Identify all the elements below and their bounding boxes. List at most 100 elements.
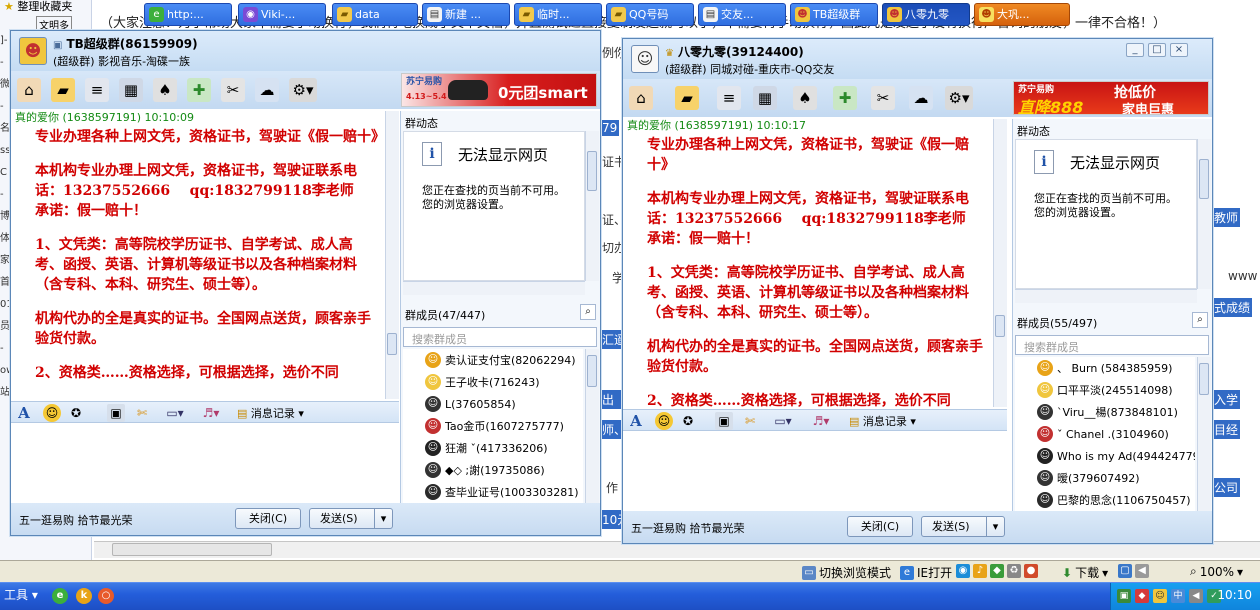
- taskbar-button-http[interactable]: e http:...: [144, 3, 232, 26]
- antivirus-icon[interactable]: ◆: [1135, 589, 1149, 603]
- member-row[interactable]: ☺ Tao金币(1607275777): [403, 415, 583, 437]
- ad-banner[interactable]: 苏宁易购 直降888 抢低价 家电巨惠: [1013, 81, 1209, 115]
- message-history-button[interactable]: ▤ 消息记录 ▾: [849, 413, 916, 429]
- message-history-button[interactable]: ▤ 消息记录 ▾: [237, 405, 304, 421]
- image-icon[interactable]: ▣: [107, 404, 125, 422]
- recycle-icon[interactable]: ♻: [1007, 564, 1021, 578]
- settings-icon[interactable]: ⚙▾: [945, 86, 973, 110]
- chat-history[interactable]: 真的爱你 (1638597191) 10:10:17 专业办理各种上网文凭，资格…: [623, 119, 993, 409]
- member-search-input[interactable]: 搜索群成员: [403, 327, 597, 347]
- quicklaunch-k-icon[interactable]: k: [76, 588, 92, 604]
- volume-icon[interactable]: ◀: [1189, 589, 1203, 603]
- chat-scrollbar[interactable]: [385, 111, 399, 399]
- home-icon[interactable]: ⌂: [629, 86, 653, 110]
- taskbar-button-qq-number[interactable]: ▰ QQ号码: [606, 3, 694, 26]
- quicklaunch-green-icon[interactable]: e: [52, 588, 68, 604]
- member-row[interactable]: ☺ 、 Burn (584385959): [1015, 357, 1195, 379]
- share-icon[interactable]: ♠: [153, 78, 177, 102]
- scrollbar-thumb[interactable]: [587, 151, 597, 191]
- album-icon[interactable]: ▦: [119, 78, 143, 102]
- member-row[interactable]: ☺ ◆◇ ;謝(19735086): [403, 459, 583, 481]
- taskbar-button-new-doc[interactable]: ▤ 新建 ...: [422, 3, 510, 26]
- send-button[interactable]: 发送(S) ▾: [921, 516, 1005, 537]
- scrollbar-thumb[interactable]: [587, 355, 597, 387]
- add-member-icon[interactable]: ✚: [833, 86, 857, 110]
- webview-scrollbar[interactable]: [1197, 139, 1211, 289]
- favorites-organize-link[interactable]: ★ 整理收藏夹: [4, 0, 72, 14]
- home-icon[interactable]: ⌂: [17, 78, 41, 102]
- member-row[interactable]: ☺ 暧(379607492): [1015, 467, 1195, 489]
- screenshot-icon[interactable]: ✄: [741, 412, 759, 430]
- tools-icon[interactable]: ✂: [871, 86, 895, 110]
- image-icon[interactable]: ▣: [715, 412, 733, 430]
- voice-icon[interactable]: ♬▾: [197, 404, 225, 422]
- minimize-icon[interactable]: _: [1126, 43, 1144, 57]
- member-row[interactable]: ☺ 卖认证支付宝(82062294): [403, 349, 583, 371]
- member-search-icon[interactable]: ⌕: [580, 304, 596, 320]
- input-method-icon[interactable]: 中: [1171, 589, 1185, 603]
- notes-icon[interactable]: ≡: [717, 86, 741, 110]
- member-row[interactable]: ☺ 王子收卡(716243): [403, 371, 583, 393]
- window-titlebar[interactable]: ☻ ▣ TB超级群(86159909) (超级群) 影视音乐-淘碟一族: [11, 31, 600, 71]
- taskbar-button-temp[interactable]: ▰ 临时...: [514, 3, 602, 26]
- member-row[interactable]: ☺ Who is my Ad(494424779): [1015, 445, 1195, 467]
- send-button[interactable]: 发送(S) ▾: [309, 508, 393, 529]
- share-icon[interactable]: ♠: [793, 86, 817, 110]
- chat-history[interactable]: 真的爱你 (1638597191) 10:10:09 专业办理各种上网文凭，资格…: [11, 111, 385, 401]
- scrollbar-thumb[interactable]: [387, 333, 397, 355]
- taskbar-button-tb-group[interactable]: ☻ TB超级群: [790, 3, 878, 26]
- member-search-input[interactable]: 搜索群成员: [1015, 335, 1209, 355]
- quicklaunch-orange-icon[interactable]: ○: [98, 588, 114, 604]
- magic-emoji-icon[interactable]: ✪: [679, 412, 697, 430]
- record-icon[interactable]: ●: [1024, 564, 1038, 578]
- speaker-icon[interactable]: ◀: [1135, 564, 1149, 578]
- taskbar-button-8090[interactable]: ☻ 八零九零: [882, 3, 970, 26]
- network-icon[interactable]: ▣: [1117, 589, 1131, 603]
- scrollbar-thumb[interactable]: [1199, 363, 1209, 395]
- member-list[interactable]: ☺ 、 Burn (584385959) ☺ 口平平淡(245514098) ☺ ˋVir…: [1015, 357, 1195, 511]
- webview-scrollbar[interactable]: [585, 131, 599, 281]
- message-input[interactable]: [11, 425, 399, 503]
- folder-icon[interactable]: ▰: [675, 86, 699, 110]
- taskbar-button-viki[interactable]: ◉ Viki-...: [238, 3, 326, 26]
- scrollbar-thumb[interactable]: [995, 315, 1005, 337]
- message-input[interactable]: [623, 433, 1007, 511]
- emoji-icon[interactable]: ☺: [655, 412, 673, 430]
- music-icon[interactable]: ♪: [973, 564, 987, 578]
- cloud-icon[interactable]: ☁: [909, 86, 933, 110]
- window-titlebar[interactable]: ☺ ♛ 八零九零(39124400) (超级群) 同城对碰-重庆市-QQ交友 _ …: [623, 39, 1212, 79]
- close-icon[interactable]: ×: [1170, 43, 1188, 57]
- taskbar-button-dating[interactable]: ▤ 交友...: [698, 3, 786, 26]
- chat-scrollbar[interactable]: [993, 119, 1007, 407]
- member-row[interactable]: ☺ ˇ Chanel .(3104960): [1015, 423, 1195, 445]
- folder-icon[interactable]: ▰: [51, 78, 75, 102]
- qq-tray-icon[interactable]: ☺: [1153, 589, 1167, 603]
- member-row[interactable]: ☺ 狂潮 ˇ(417336206): [403, 437, 583, 459]
- scrollbar-thumb[interactable]: [1199, 159, 1209, 199]
- notes-icon[interactable]: ≡: [85, 78, 109, 102]
- member-row[interactable]: ☺ 口平平淡(245514098): [1015, 379, 1195, 401]
- maximize-icon[interactable]: □: [1148, 43, 1166, 57]
- zoom-control[interactable]: ⌕ 100% ▾: [1190, 564, 1243, 579]
- tools-menu[interactable]: 工具 ▾: [4, 586, 38, 603]
- chevron-down-icon[interactable]: ▾: [374, 509, 392, 528]
- magic-emoji-icon[interactable]: ✪: [67, 404, 85, 422]
- download-button[interactable]: ⬇ 下载 ▾: [1062, 564, 1108, 581]
- globe-icon[interactable]: ◉: [956, 564, 970, 578]
- font-icon[interactable]: A: [627, 412, 645, 430]
- taskbar-button-data[interactable]: ▰ data: [332, 3, 418, 26]
- member-row[interactable]: ☺ 巴黎的思念(1106750457): [1015, 489, 1195, 511]
- shield-icon[interactable]: ◆: [990, 564, 1004, 578]
- webview-horizontal-scrollbar[interactable]: [403, 281, 585, 295]
- promo-text[interactable]: 五一逛易购 拾节最光荣: [631, 520, 745, 536]
- member-list[interactable]: ☺ 卖认证支付宝(82062294) ☺ 王子收卡(716243) ☺ L(3760585…: [403, 349, 583, 503]
- ie-open-button[interactable]: e IE打开: [900, 564, 952, 581]
- webview-horizontal-scrollbar[interactable]: [1015, 289, 1197, 303]
- chevron-down-icon[interactable]: ▾: [986, 517, 1004, 536]
- member-search-icon[interactable]: ⌕: [1192, 312, 1208, 328]
- scrollbar-thumb[interactable]: [112, 543, 272, 556]
- voice-icon[interactable]: ♬▾: [807, 412, 835, 430]
- switch-mode-button[interactable]: ▭ 切换浏览模式: [802, 564, 891, 581]
- album-icon[interactable]: ▦: [753, 86, 777, 110]
- member-row[interactable]: ☺ 查毕业证号(1003303281): [403, 481, 583, 503]
